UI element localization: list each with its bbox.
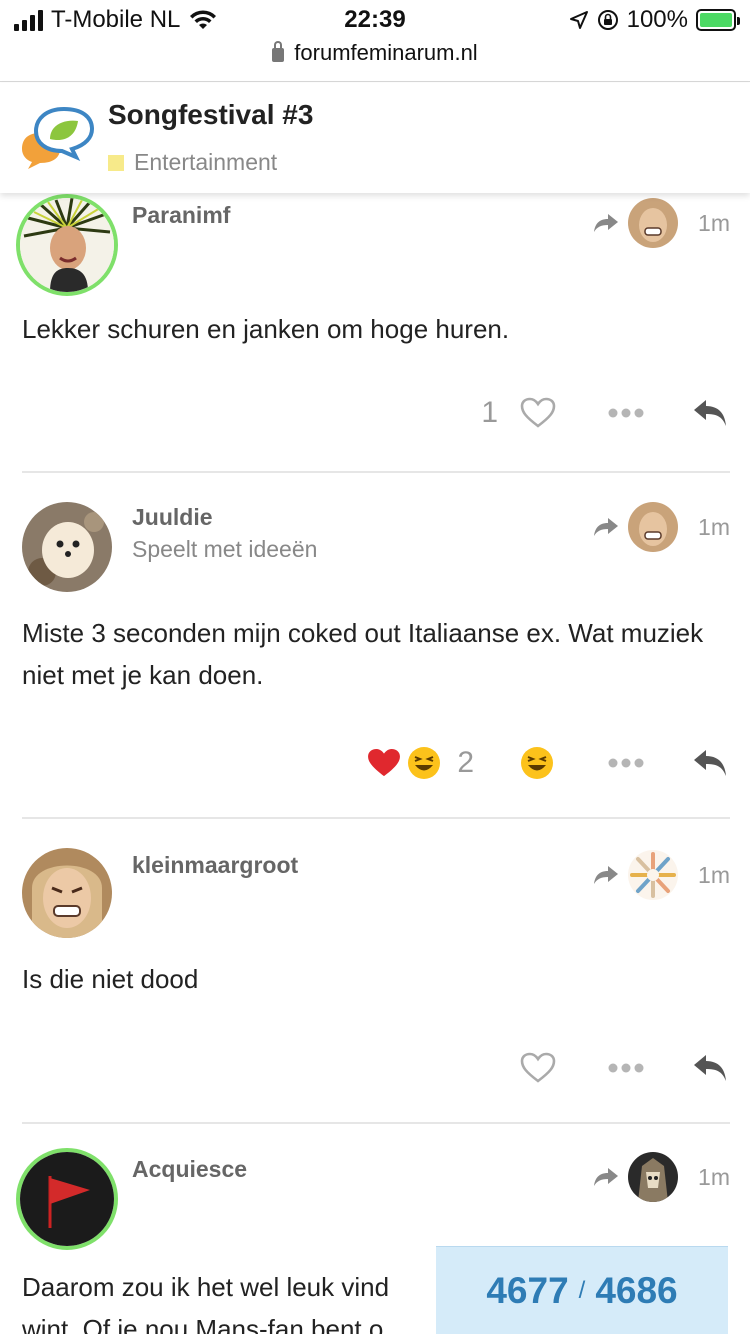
- heart-outline-icon[interactable]: [520, 1052, 556, 1084]
- lock-icon: [272, 41, 285, 62]
- more-options-icon[interactable]: [608, 1063, 644, 1073]
- username[interactable]: kleinmaargroot: [132, 852, 298, 879]
- address-bar[interactable]: forumfeminarum.nl: [0, 40, 750, 66]
- post-time[interactable]: 1m: [698, 514, 730, 541]
- rotation-lock-icon: [597, 10, 618, 30]
- laughing-reaction-icon[interactable]: [407, 746, 441, 780]
- post-divider: [22, 1122, 730, 1124]
- location-arrow-icon: [569, 11, 588, 29]
- reply-to-avatar[interactable]: [628, 850, 679, 900]
- post-time[interactable]: 1m: [698, 862, 730, 889]
- avatar[interactable]: [22, 502, 112, 592]
- post-body: Miste 3 seconden mijn coked out Italiaan…: [22, 618, 704, 690]
- post-divider: [22, 471, 730, 473]
- username[interactable]: Paranimf: [132, 202, 230, 229]
- topic-progress-indicator[interactable]: 4677 / 4686: [436, 1246, 728, 1334]
- reply-to-icon[interactable]: [592, 1166, 620, 1188]
- reply-to-icon[interactable]: [592, 516, 620, 538]
- url-text: forumfeminarum.nl: [294, 40, 478, 65]
- reaction-count[interactable]: 2: [457, 746, 474, 780]
- post-time[interactable]: 1m: [698, 210, 730, 237]
- username[interactable]: Juuldie: [132, 504, 213, 531]
- battery-percent: 100%: [626, 6, 688, 33]
- topic-title[interactable]: Songfestival #3: [108, 99, 313, 131]
- reply-to-avatar[interactable]: [628, 198, 679, 248]
- username[interactable]: Acquiesce: [132, 1156, 247, 1183]
- site-logo-icon[interactable]: [20, 105, 96, 171]
- category-badge[interactable]: Entertainment: [108, 149, 277, 176]
- category-color-swatch: [108, 154, 124, 171]
- reply-to-avatar[interactable]: [628, 1152, 679, 1202]
- post: Juuldie Speelt met ideeën 1m Miste 3 sec…: [0, 502, 750, 818]
- post-body: Is die niet dood: [22, 964, 199, 994]
- post-body: Lekker schuren en janken om hoge huren.: [22, 314, 510, 344]
- post: kleinmaargroot 1m Is die niet dood: [0, 848, 750, 1124]
- post-divider: [22, 817, 730, 819]
- add-reaction-laughing-icon[interactable]: [520, 746, 554, 780]
- reply-icon[interactable]: [692, 748, 728, 778]
- reply-to-icon[interactable]: [592, 864, 620, 886]
- reply-icon[interactable]: [692, 1053, 728, 1083]
- battery-icon: [696, 9, 740, 31]
- heart-outline-icon[interactable]: [520, 397, 556, 429]
- progress-current: 4677: [486, 1269, 569, 1311]
- reply-to-avatar[interactable]: [628, 502, 679, 552]
- like-count[interactable]: 1: [481, 396, 498, 430]
- red-heart-reaction-icon[interactable]: [367, 748, 401, 778]
- user-title: Speelt met ideeën: [132, 536, 318, 562]
- avatar[interactable]: [22, 848, 112, 938]
- more-options-icon[interactable]: [608, 758, 644, 768]
- category-label: Entertainment: [134, 149, 278, 175]
- reply-icon[interactable]: [692, 398, 728, 428]
- avatar[interactable]: [16, 194, 118, 296]
- post-time[interactable]: 1m: [698, 1164, 730, 1191]
- progress-total: 4686: [595, 1269, 678, 1311]
- reply-to-icon[interactable]: [592, 212, 620, 234]
- status-bar: T-Mobile NL 22:39 100% forumfeminarum.nl: [0, 0, 750, 82]
- more-options-icon[interactable]: [608, 408, 644, 418]
- avatar[interactable]: [16, 1148, 118, 1250]
- post: Paranimf 1m Lekker schuren en janken om …: [0, 194, 750, 472]
- progress-separator: /: [578, 1276, 586, 1304]
- topic-header: Songfestival #3 Entertainment: [0, 83, 750, 193]
